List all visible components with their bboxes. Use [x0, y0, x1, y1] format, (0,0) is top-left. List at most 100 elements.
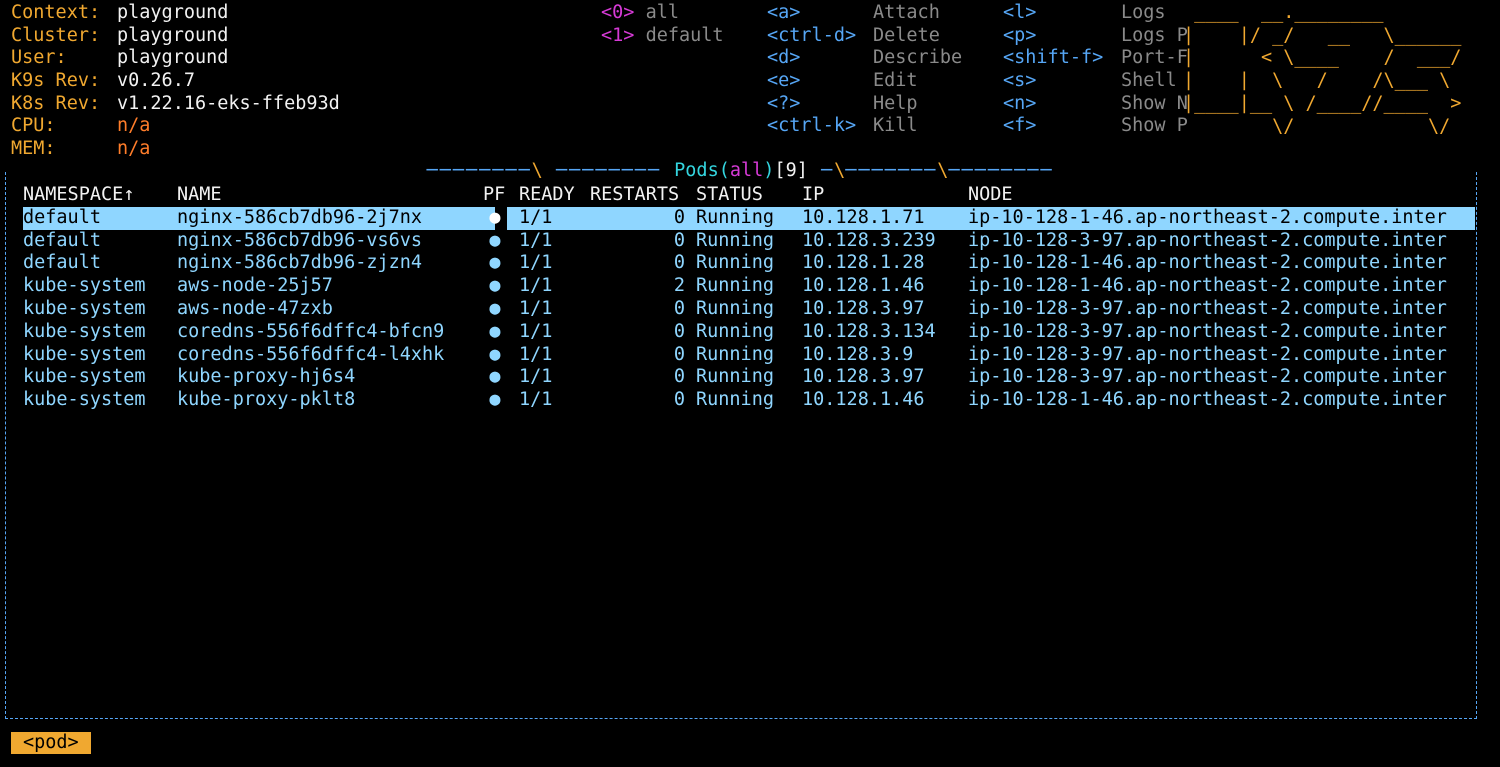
cell-ready: 1/1	[519, 320, 553, 342]
hotkey-label: Edit	[873, 70, 918, 92]
header-status[interactable]: STATUS	[696, 184, 763, 207]
hotkey-label: Logs	[1121, 2, 1166, 23]
hotkey-item[interactable]: <f> Show P	[1003, 115, 1188, 138]
table-row[interactable]: kube-system coredns-556f6dffc4-l4xhk ● 1/1 0…	[23, 344, 1475, 367]
cell-status: Running	[696, 343, 774, 365]
hotkey-item[interactable]: <e> Edit	[767, 70, 962, 93]
logo-line: \/ \/	[1183, 115, 1462, 137]
cell-restarts: 0	[673, 229, 685, 251]
info-value: playground	[117, 47, 229, 69]
cell-ready: 1/1	[519, 229, 553, 251]
info-key: Context:	[11, 2, 101, 23]
hotkey-label: Port-F	[1121, 47, 1188, 69]
hotkey-item[interactable]: <ctrl-d> Delete	[767, 25, 962, 48]
cell-status: Running	[696, 366, 774, 388]
hotkey-item[interactable]: <d> Describe	[767, 47, 962, 70]
hotkey-label: Kill	[873, 115, 918, 137]
logo-line: |____|__ \ /____//____ >	[1183, 92, 1462, 114]
table-row[interactable]: kube-system coredns-556f6dffc4-bfcn9 ● 1/1 0…	[23, 321, 1475, 344]
hotkey-item[interactable]: <s> Shell	[1003, 70, 1188, 93]
namespace-shortcut[interactable]: <0> all	[601, 2, 724, 25]
namespace-shortcut[interactable]: <1> default	[601, 25, 724, 48]
hotkey-key: <n>	[1003, 92, 1037, 114]
table-row[interactable]: kube-system aws-node-25j57 ● 1/1 2 Running 10.…	[23, 275, 1475, 298]
header-node[interactable]: NODE	[968, 184, 1013, 207]
hotkey-label: Delete	[873, 24, 940, 46]
cell-name: coredns-556f6dffc4-bfcn9	[177, 320, 445, 342]
cell-name: aws-node-25j57	[177, 275, 333, 297]
cell-namespace: default	[23, 252, 101, 274]
breadcrumb-pod[interactable]: <pod>	[11, 732, 91, 754]
cell-namespace: default	[23, 229, 101, 251]
cell-status: Running	[696, 206, 774, 228]
info-row: Cluster: playground	[11, 25, 340, 48]
cell-restarts: 2	[673, 275, 685, 297]
hotkey-label: Attach	[873, 2, 940, 23]
table-row[interactable]: default nginx-586cb7db96-vs6vs ● 1/1 0 Runnin…	[23, 230, 1475, 253]
logo-line: | |/ _/ __ \______	[1183, 24, 1462, 46]
info-row: K9s Rev: v0.26.7	[11, 70, 340, 93]
hotkey-item[interactable]: <ctrl-k> Kill	[767, 115, 962, 138]
table-title-bar: ────────\ ──────── Pods(all)[9] ─\──────…	[426, 160, 1054, 181]
namespace-label: default	[645, 24, 724, 46]
table-row[interactable]: default nginx-586cb7db96-2j7nx ● 1/1 0 Runnin…	[23, 206, 1475, 230]
header-namespace[interactable]: NAMESPACE↑	[23, 184, 134, 207]
cell-ip: 10.128.1.46	[802, 275, 925, 297]
cell-ready: 1/1	[519, 297, 553, 319]
cell-name: kube-proxy-pklt8	[177, 389, 356, 411]
cell-ip: 10.128.3.9	[802, 343, 914, 365]
cell-name: aws-node-47zxb	[177, 297, 333, 319]
namespace-key: <0>	[601, 2, 635, 23]
hotkey-item[interactable]: <l> Logs	[1003, 2, 1188, 25]
cell-restarts: 0	[673, 320, 685, 342]
hotkey-key: <d>	[767, 47, 801, 69]
info-key: K9s Rev:	[11, 70, 101, 92]
table-row[interactable]: default nginx-586cb7db96-zjzn4 ● 1/1 0 Runnin…	[23, 252, 1475, 275]
cell-ready: 1/1	[519, 252, 553, 274]
cell-node: ip-10-128-3-97.ap-northeast-2.compute.in…	[968, 229, 1447, 251]
cell-pf: ●	[489, 389, 501, 411]
hotkeys-column-2: <l> Logs <p> Logs P <shift-f> Port-F <s> Shell <…	[1003, 2, 1188, 138]
hotkey-key: <a>	[767, 2, 801, 23]
info-value: v1.22.16-eks-ffeb93d	[117, 92, 340, 114]
cell-restarts: 0	[673, 252, 685, 274]
hotkey-item[interactable]: <n> Show N	[1003, 93, 1188, 116]
header-ip[interactable]: IP	[802, 184, 824, 207]
cell-namespace: kube-system	[23, 343, 146, 365]
cell-pf: ●	[489, 229, 501, 251]
info-value: playground	[117, 24, 229, 46]
cell-namespace: kube-system	[23, 320, 146, 342]
hotkey-key: <p>	[1003, 24, 1037, 46]
cell-namespace: kube-system	[23, 366, 146, 388]
info-value: n/a	[117, 115, 151, 137]
header-pf[interactable]: PF	[483, 184, 507, 207]
hotkey-label: Shell	[1121, 70, 1177, 92]
header-restarts[interactable]: RESTARTS	[590, 184, 679, 207]
table-row[interactable]: kube-system kube-proxy-pklt8 ● 1/1 0 Running 1…	[23, 389, 1475, 412]
cell-name: nginx-586cb7db96-zjzn4	[177, 252, 423, 274]
cell-ip: 10.128.1.28	[802, 252, 925, 274]
logo-line: | < \____ / ___/	[1183, 47, 1462, 69]
info-row: CPU: n/a	[11, 115, 340, 138]
cell-namespace: kube-system	[23, 389, 146, 411]
info-row: K8s Rev: v1.22.16-eks-ffeb93d	[11, 93, 340, 116]
cell-node: ip-10-128-1-46.ap-northeast-2.compute.in…	[968, 389, 1447, 411]
cell-restarts: 0	[673, 343, 685, 365]
cell-namespace: default	[23, 206, 101, 228]
logo-line: ____ __.________	[1183, 2, 1462, 23]
namespace-shortcuts: <0> all <1> default	[601, 2, 724, 47]
cell-pf: ●	[489, 366, 501, 388]
hotkey-item[interactable]: <p> Logs P	[1003, 25, 1188, 48]
table-row[interactable]: kube-system aws-node-47zxb ● 1/1 0 Running 10.…	[23, 298, 1475, 321]
hotkey-item[interactable]: <shift-f> Port-F	[1003, 47, 1188, 70]
info-value: playground	[117, 2, 229, 23]
hotkey-label: Describe	[873, 47, 963, 69]
header-name[interactable]: NAME	[177, 184, 222, 207]
hotkey-label: Show N	[1121, 92, 1188, 114]
cell-node: ip-10-128-3-97.ap-northeast-2.compute.in…	[968, 297, 1447, 319]
hotkey-item[interactable]: <?> Help	[767, 93, 962, 116]
header-ready[interactable]: READY	[519, 184, 575, 207]
table-row[interactable]: kube-system kube-proxy-hj6s4 ● 1/1 0 Running 1…	[23, 366, 1475, 389]
hotkey-item[interactable]: <a> Attach	[767, 2, 962, 25]
cell-ready: 1/1	[519, 389, 553, 411]
